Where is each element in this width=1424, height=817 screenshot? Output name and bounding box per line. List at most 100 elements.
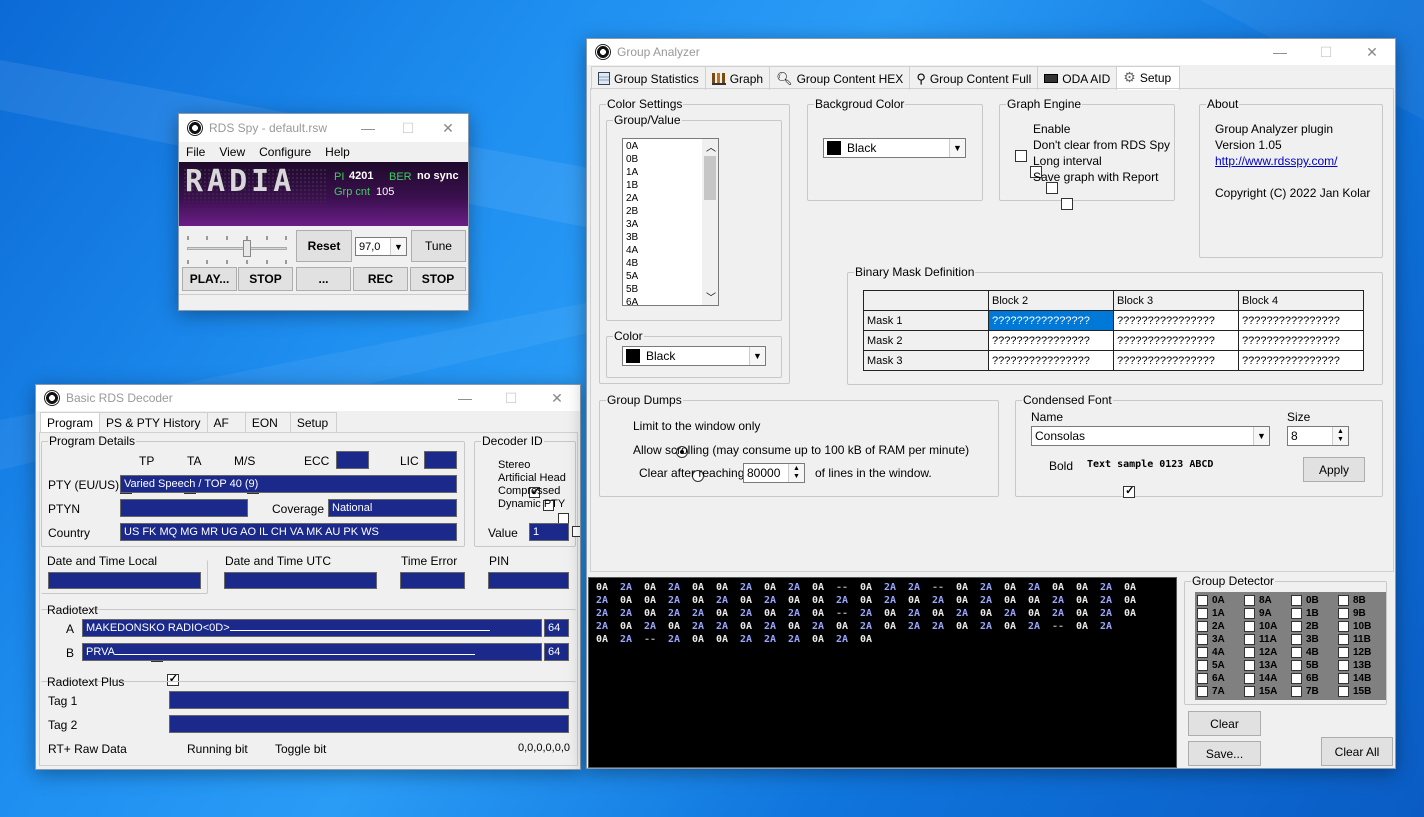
analyzer-titlebar[interactable]: Group Analyzer — ☐ ✕ [587, 39, 1395, 65]
group-detector-item[interactable]: 8B [1338, 595, 1386, 606]
group-detector-item[interactable]: 1A [1197, 608, 1245, 619]
group-list-item[interactable]: 3B [626, 231, 638, 244]
group-detector-checkbox[interactable] [1197, 660, 1208, 671]
spinner-arrows-icon[interactable]: ▲ ▼ [1332, 427, 1348, 445]
bold-checkbox[interactable] [1123, 484, 1136, 498]
group-detector-checkbox[interactable] [1197, 595, 1208, 606]
group-detector-checkbox[interactable] [1244, 673, 1255, 684]
group-list-item[interactable]: 6A [626, 296, 638, 305]
group-detector-checkbox[interactable] [1291, 647, 1302, 658]
group-detector-checkbox[interactable] [1291, 673, 1302, 684]
play-button[interactable]: PLAY... [182, 267, 237, 291]
group-list-item[interactable]: 0A [626, 140, 638, 153]
clear-all-button[interactable]: Clear All [1321, 737, 1393, 766]
group-detector-item[interactable]: 11A [1244, 634, 1292, 645]
group-detector-item[interactable]: 15A [1244, 686, 1292, 697]
group-detector-item[interactable]: 7A [1197, 686, 1245, 697]
tune-button[interactable]: Tune [411, 230, 466, 262]
group-detector-item[interactable]: 13B [1338, 660, 1386, 671]
tab-group-content-full[interactable]: ⚲ Group Content Full [909, 66, 1039, 90]
tab-graph[interactable]: Graph [704, 66, 771, 90]
chevron-down-icon[interactable]: ▼ [1253, 427, 1269, 445]
group-detector-item[interactable]: 5A [1197, 660, 1245, 671]
group-detector-item[interactable]: 5B [1291, 660, 1339, 671]
group-list-item[interactable]: 3A [626, 218, 638, 231]
tab-oda-aid[interactable]: ODA AID [1037, 66, 1118, 90]
decoder-titlebar[interactable]: Basic RDS Decoder — ☐ ✕ [36, 385, 580, 411]
mask-2-block2-cell[interactable]: ???????????????? [988, 330, 1114, 351]
group-detector-item[interactable]: 3A [1197, 634, 1245, 645]
group-detector-checkbox[interactable] [1291, 608, 1302, 619]
background-color-combo[interactable]: Black ▼ [823, 138, 966, 158]
group-detector-item[interactable]: 10B [1338, 621, 1386, 632]
group-list-item[interactable]: 0B [626, 153, 638, 166]
group-detector-item[interactable]: 6A [1197, 673, 1245, 684]
group-detector-checkbox[interactable] [1244, 595, 1255, 606]
chevron-up-icon[interactable]: ︿ [706, 139, 716, 154]
clear-button[interactable]: Clear [1188, 711, 1261, 736]
group-detector-item[interactable]: 13A [1244, 660, 1292, 671]
group-detector-checkbox[interactable] [1197, 608, 1208, 619]
group-detector-checkbox[interactable] [1291, 621, 1302, 632]
rec-button[interactable]: REC [353, 267, 408, 291]
mask-3-block3-cell[interactable]: ???????????????? [1113, 350, 1239, 371]
group-detector-checkbox[interactable] [1197, 634, 1208, 645]
reset-button[interactable]: Reset [296, 230, 352, 262]
group-value-list[interactable]: 0A 0B 1A 1B 2A 2B 3A 3B 4A 4B 5A 5B 6A ︿ ﹀ [622, 138, 719, 306]
group-detector-checkbox[interactable] [1338, 686, 1349, 697]
clear-after-spinner[interactable]: 80000 ▲ ▼ [743, 463, 805, 483]
group-detector-item[interactable]: 2B [1291, 621, 1339, 632]
group-detector-checkbox[interactable] [1244, 660, 1255, 671]
chevron-down-icon[interactable]: ▼ [390, 238, 406, 255]
font-size-spinner[interactable]: 8 ▲ ▼ [1287, 426, 1349, 446]
rds-spy-titlebar[interactable]: RDS Spy - default.rsw — ☐ ✕ [179, 114, 468, 142]
mask-1-block3-cell[interactable]: ???????????????? [1113, 310, 1239, 331]
close-button[interactable]: ✕ [1349, 39, 1395, 65]
close-button[interactable]: ✕ [534, 385, 580, 411]
mask-3-block2-cell[interactable]: ???????????????? [988, 350, 1114, 371]
close-button[interactable]: ✕ [428, 114, 468, 142]
tab-ps-pty-history[interactable]: PS & PTY History [99, 412, 208, 433]
apply-button[interactable]: Apply [1303, 457, 1365, 482]
group-detector-item[interactable]: 8A [1244, 595, 1292, 606]
slider-thumb[interactable] [243, 240, 251, 257]
group-detector-item[interactable]: 4A [1197, 647, 1245, 658]
mask-2-block3-cell[interactable]: ???????????????? [1113, 330, 1239, 351]
group-detector-checkbox[interactable] [1338, 660, 1349, 671]
group-list-item[interactable]: 2A [626, 192, 638, 205]
graph-enable-checkbox[interactable] [1015, 150, 1027, 162]
color-combo[interactable]: Black ▼ [622, 346, 766, 366]
stop-playback-button[interactable]: STOP [238, 267, 293, 291]
group-detector-checkbox[interactable] [1291, 686, 1302, 697]
tab-group-statistics[interactable]: Group Statistics [591, 66, 706, 90]
group-list-item[interactable]: 1A [626, 166, 638, 179]
chevron-down-icon[interactable]: ▼ [749, 347, 765, 365]
record-file-button[interactable]: ... [296, 267, 351, 291]
group-detector-item[interactable]: 14B [1338, 673, 1386, 684]
minimize-button[interactable]: — [442, 385, 488, 411]
group-detector-checkbox[interactable] [1197, 686, 1208, 697]
group-detector-item[interactable]: 7B [1291, 686, 1339, 697]
group-detector-item[interactable]: 12A [1244, 647, 1292, 658]
group-detector-item[interactable]: 6B [1291, 673, 1339, 684]
group-detector-checkbox[interactable] [1291, 660, 1302, 671]
group-detector-checkbox[interactable] [1197, 621, 1208, 632]
stop-record-button[interactable]: STOP [410, 267, 466, 291]
font-name-combo[interactable]: Consolas ▼ [1031, 426, 1270, 446]
mask-3-block4-cell[interactable]: ???????????????? [1238, 350, 1364, 371]
group-detector-item[interactable]: 0A [1197, 595, 1245, 606]
dynamic-pty-checkbox[interactable] [572, 526, 580, 537]
group-dump-area[interactable]: 0A 2A 0A 2A 0A 0A 2A 0A 2A 0A -- 0A 2A 2… [588, 577, 1177, 768]
frequency-combo[interactable]: 97,0 ▼ [355, 237, 407, 256]
spinner-arrows-icon[interactable]: ▲ ▼ [788, 464, 804, 482]
group-detector-checkbox[interactable] [1338, 647, 1349, 658]
about-link[interactable]: http://www.rdsspy.com/ [1215, 154, 1337, 168]
group-detector-checkbox[interactable] [1244, 621, 1255, 632]
menu-help[interactable]: Help [325, 145, 350, 159]
mask-1-block2-cell[interactable]: ???????????????? [988, 310, 1114, 331]
group-detector-item[interactable]: 15B [1338, 686, 1386, 697]
menu-file[interactable]: File [186, 145, 205, 159]
group-list-item[interactable]: 2B [626, 205, 638, 218]
group-detector-checkbox[interactable] [1244, 634, 1255, 645]
group-detector-checkbox[interactable] [1291, 595, 1302, 606]
